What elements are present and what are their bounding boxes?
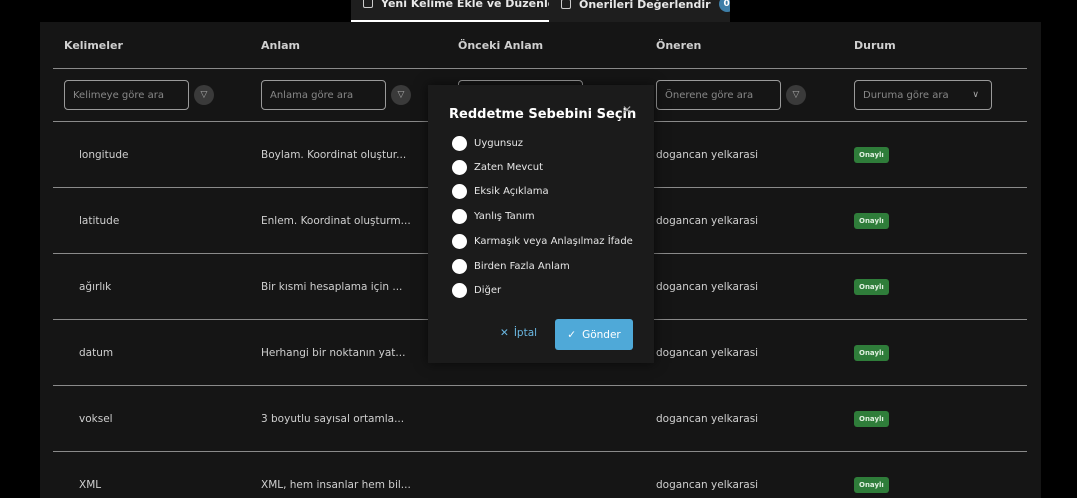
- reject-reason-dialog: Reddetme Sebebini Seçin ✕ Uygunsuz Zaten…: [428, 85, 654, 363]
- tab-evaluate-suggestions[interactable]: Önerileri Değerlendir 0: [549, 0, 730, 22]
- tab-label: Önerileri Değerlendir: [579, 0, 711, 11]
- submit-label: Gönder: [582, 328, 621, 341]
- filter-icon[interactable]: ▽: [194, 85, 214, 105]
- status-badge: Onaylı: [854, 147, 889, 163]
- word-cell: voksel: [79, 413, 113, 425]
- status-select-placeholder: Duruma göre ara: [863, 89, 949, 101]
- status-badge: Onaylı: [854, 279, 889, 295]
- option-label: Birden Fazla Anlam: [474, 261, 570, 272]
- close-icon[interactable]: ✕: [622, 103, 632, 117]
- radio-button[interactable]: [452, 184, 467, 199]
- option-label: Yanlış Tanım: [474, 211, 535, 222]
- status-select[interactable]: Duruma göre ara ∨: [854, 80, 992, 110]
- chevron-down-icon: ∨: [972, 90, 979, 100]
- suggester-cell: dogancan yelkarasi: [656, 215, 759, 227]
- meaning-cell: Enlem. Koordinat oluşturm...: [261, 215, 411, 227]
- option-label: Uygunsuz: [474, 138, 524, 149]
- suggester-cell: dogancan yelkarasi: [656, 281, 759, 293]
- word-cell: datum: [79, 347, 114, 359]
- option-label: Eksik Açıklama: [474, 186, 549, 197]
- meaning-cell: Herhangi bir noktanın yat...: [261, 347, 406, 359]
- reason-option[interactable]: Diğer: [452, 283, 501, 298]
- radio-button[interactable]: [452, 234, 467, 249]
- table-header: Kelimeler Anlam Önceki Anlam Öneren Duru…: [53, 22, 1027, 69]
- close-icon: ✕: [500, 327, 509, 339]
- count-badge: 0: [718, 0, 730, 12]
- header-previous-meaning: Önceki Anlam: [458, 38, 544, 52]
- suggester-search-input[interactable]: Önerene göre ara: [656, 80, 781, 110]
- meaning-cell: XML, hem insanlar hem bil...: [261, 479, 411, 491]
- suggester-cell: dogancan yelkarasi: [656, 149, 759, 161]
- word-search-input[interactable]: Kelimeye göre ara: [64, 80, 189, 110]
- reason-option[interactable]: Eksik Açıklama: [452, 184, 549, 199]
- meaning-cell: 3 boyutlu sayısal ortamla...: [261, 413, 405, 425]
- edit-icon: [363, 0, 373, 8]
- suggester-cell: dogancan yelkarasi: [656, 479, 759, 491]
- word-cell: XML: [79, 479, 102, 491]
- radio-button[interactable]: [452, 209, 467, 224]
- word-cell: latitude: [79, 215, 120, 227]
- tab-bar: Yeni Kelime Ekle ve Düzenle Önerileri De…: [351, 0, 730, 22]
- header-word: Kelimeler: [64, 38, 123, 52]
- status-badge: Onaylı: [854, 411, 889, 427]
- reason-option[interactable]: Zaten Mevcut: [452, 160, 543, 175]
- check-square-icon: [561, 0, 571, 9]
- reason-option[interactable]: Uygunsuz: [452, 136, 523, 151]
- check-icon: ✓: [567, 328, 577, 341]
- filter-icon[interactable]: ▽: [391, 85, 411, 105]
- tab-label: Yeni Kelime Ekle ve Düzenle: [381, 0, 549, 10]
- reason-option[interactable]: Yanlış Tanım: [452, 209, 535, 224]
- cancel-label: İptal: [513, 327, 538, 339]
- status-badge: Onaylı: [854, 213, 889, 229]
- radio-button[interactable]: [452, 259, 467, 274]
- suggester-cell: dogancan yelkarasi: [656, 413, 759, 425]
- word-cell: longitude: [79, 149, 129, 161]
- table-row[interactable]: voksel 3 boyutlu sayısal ortamla... doga…: [53, 386, 1027, 452]
- cancel-button[interactable]: ✕ İptal: [500, 327, 537, 339]
- meaning-cell: Bir kısmi hesaplama için ...: [261, 281, 403, 293]
- option-label: Diğer: [474, 285, 502, 296]
- option-label: Zaten Mevcut: [474, 162, 544, 173]
- radio-button[interactable]: [452, 160, 467, 175]
- tab-add-edit-word[interactable]: Yeni Kelime Ekle ve Düzenle: [351, 0, 549, 22]
- suggester-cell: dogancan yelkarasi: [656, 347, 759, 359]
- status-badge: Onaylı: [854, 345, 889, 361]
- meaning-cell: Boylam. Koordinat oluştur...: [261, 149, 407, 161]
- option-label: Karmaşık veya Anlaşılmaz İfade: [474, 236, 633, 247]
- word-cell: ağırlık: [79, 281, 112, 293]
- reason-option[interactable]: Karmaşık veya Anlaşılmaz İfade: [452, 234, 633, 249]
- submit-button[interactable]: ✓ Gönder: [555, 319, 633, 350]
- reason-option[interactable]: Birden Fazla Anlam: [452, 259, 570, 274]
- meaning-search-input[interactable]: Anlama göre ara: [261, 80, 386, 110]
- dialog-title: Reddetme Sebebini Seçin: [449, 107, 637, 122]
- filter-icon[interactable]: ▽: [786, 85, 806, 105]
- radio-button[interactable]: [452, 136, 467, 151]
- suggestions-table: Kelimeler Anlam Önceki Anlam Öneren Duru…: [53, 22, 1027, 493]
- header-status: Durum: [854, 38, 896, 52]
- status-badge: Onaylı: [854, 477, 889, 493]
- table-row[interactable]: XML XML, hem insanlar hem bil... doganca…: [53, 452, 1027, 498]
- header-suggester: Öneren: [656, 38, 702, 52]
- header-meaning: Anlam: [261, 38, 300, 52]
- radio-button[interactable]: [452, 283, 467, 298]
